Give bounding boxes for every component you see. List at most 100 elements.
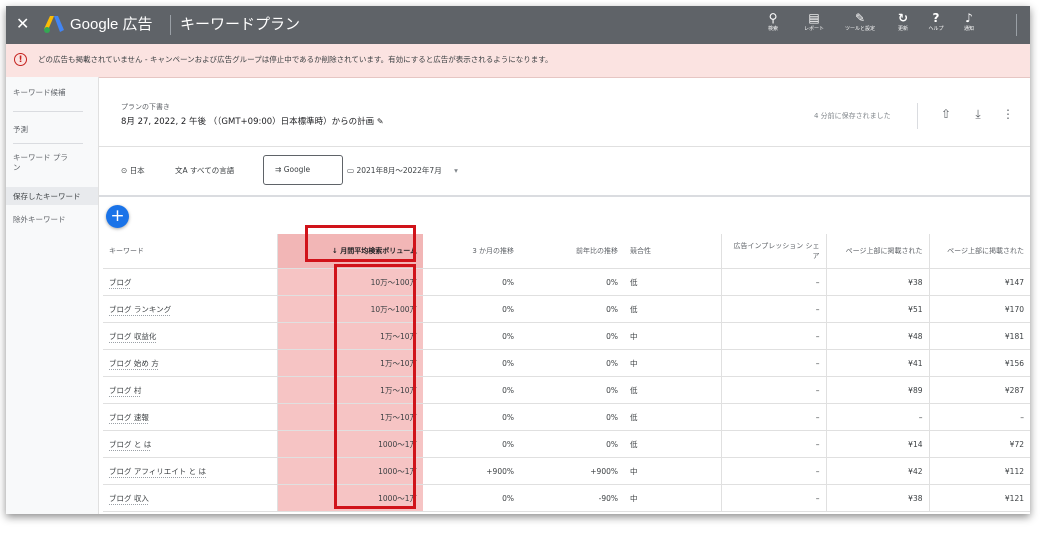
add-keyword-button[interactable]: + <box>106 205 129 228</box>
sidebar-divider <box>13 143 83 144</box>
impression-share-cell: – <box>720 403 826 431</box>
network-filter[interactable]: ⇉ Google <box>263 155 343 185</box>
trend3m-cell: 0% <box>423 268 520 296</box>
keyword-cell[interactable]: ブログ 収益化 <box>103 322 278 350</box>
col-header-bid-low[interactable]: ページ上部に掲載された <box>825 234 929 269</box>
impression-share-cell: – <box>720 322 826 350</box>
competition-cell: 中 <box>624 322 721 350</box>
keyword-cell[interactable]: ブログ ランキング <box>103 295 278 323</box>
keyword-text: ブログ 始め 方 <box>109 358 159 368</box>
keyword-cell[interactable]: ブログ 村 <box>103 376 278 404</box>
keyword-cell[interactable]: ブログ 始め 方 <box>103 349 278 377</box>
table-row[interactable]: ブログ 10万～100万 0% 0% 低 – ¥38 ¥147 <box>103 268 1030 296</box>
keyword-cell[interactable]: ブログ 収入 <box>103 484 278 512</box>
table-row[interactable]: ブログ 速報 1万～10万 0% 0% 低 – – – <box>103 403 1030 431</box>
volume-cell: 1000～1万 <box>277 457 423 485</box>
edit-pencil-icon[interactable]: ✎ <box>377 117 384 126</box>
chevron-down-icon: ▾ <box>454 166 458 175</box>
trend3m-cell: 0% <box>423 403 520 431</box>
sidebar-item-keyword-plan[interactable]: キーワード プラン <box>13 153 68 173</box>
volume-cell: 1万～10万 <box>277 403 423 431</box>
location-filter[interactable]: ⊙ 日本 <box>121 165 145 176</box>
impression-share-cell: – <box>720 430 826 458</box>
help-button-label: ヘルプ <box>928 26 944 32</box>
more-vert-icon[interactable]: ⋮ <box>999 105 1017 123</box>
help-button[interactable]: ? ヘルプ <box>919 10 953 42</box>
yoy-cell: 0% <box>520 376 624 404</box>
yoy-cell: 0% <box>520 322 624 350</box>
keyword-cell[interactable]: ブログ と は <box>103 430 278 458</box>
keyword-table: キーワード ↓ 月間平均検索ボリューム 3 か月の推移 前年比の推移 競合性 広… <box>103 234 1030 512</box>
table-row[interactable]: ブログ 収入 1000～1万 0% -90% 中 – ¥38 ¥121 <box>103 484 1030 512</box>
yoy-cell: 0% <box>520 268 624 296</box>
trend3m-cell: 0% <box>423 376 520 404</box>
date-range-filter[interactable]: ▭ 2021年8月～2022年7月 ▾ <box>347 165 458 176</box>
notifications-button-label: 通知 <box>963 26 974 32</box>
yoy-cell: 0% <box>520 430 624 458</box>
col-header-impression-share[interactable]: 広告インプレッション シェア <box>720 234 826 269</box>
share-icon[interactable]: ⇧ <box>937 105 955 123</box>
bid-low-cell: – <box>825 403 929 431</box>
sidebar-item-keyword-ideas[interactable]: キーワード候補 <box>13 88 66 97</box>
impression-share-cell: – <box>720 457 826 485</box>
volume-cell: 10万～100万 <box>277 268 423 296</box>
sidebar-item-negative-keywords[interactable]: 除外キーワード <box>13 215 66 224</box>
col-header-volume[interactable]: ↓ 月間平均検索ボリューム <box>277 234 423 269</box>
keyword-cell[interactable]: ブログ 速報 <box>103 403 278 431</box>
wrench-icon: ✎ <box>854 11 866 25</box>
col-header-yoy[interactable]: 前年比の推移 <box>520 234 624 269</box>
yoy-cell: 0% <box>520 295 624 323</box>
keyword-text: ブログ 収益化 <box>109 331 157 341</box>
bid-high-cell: – <box>928 403 1030 431</box>
col-header-keyword[interactable]: キーワード <box>103 234 278 269</box>
impression-share-cell: – <box>720 349 826 377</box>
notifications-button[interactable]: ♪ 通知 <box>952 10 986 42</box>
yoy-cell: 0% <box>520 349 624 377</box>
language-filter[interactable]: 文A すべての言語 <box>175 165 234 176</box>
sidebar-item-forecast[interactable]: 予測 <box>13 125 28 134</box>
keyword-cell[interactable]: ブログ <box>103 268 278 296</box>
translate-icon: 文A <box>175 166 188 175</box>
col-header-bid-high[interactable]: ページ上部に掲載された <box>928 234 1030 269</box>
brand-title[interactable]: Google 広告 <box>70 15 153 35</box>
close-icon[interactable]: ✕ <box>16 14 29 34</box>
table-row[interactable]: ブログ ランキング 10万～100万 0% 0% 低 – ¥51 ¥170 <box>103 295 1030 323</box>
volume-cell: 1万～10万 <box>277 322 423 350</box>
col-header-3m-trend[interactable]: 3 か月の推移 <box>423 234 520 269</box>
table-row[interactable]: ブログ と は 1000～1万 0% 0% 低 – ¥14 ¥72 <box>103 430 1030 458</box>
keyword-text: ブログ アフィリエイト と は <box>109 466 207 476</box>
bid-low-cell: ¥41 <box>825 349 929 377</box>
table-row[interactable]: ブログ 始め 方 1万～10万 0% 0% 中 – ¥41 ¥156 <box>103 349 1030 377</box>
search-button-label: 検索 <box>767 26 778 32</box>
bid-high-cell: ¥181 <box>928 322 1030 350</box>
yoy-cell: -90% <box>520 484 624 512</box>
volume-cell: 1000～1万 <box>277 484 423 512</box>
saved-status-text: 4 分前に保存されました <box>814 112 891 120</box>
date-range-label: 2021年8月～2022年7月 <box>356 166 442 175</box>
col-header-competition[interactable]: 競合性 <box>624 234 721 269</box>
bell-icon: ♪ <box>965 11 973 25</box>
refresh-button[interactable]: ↻ 更新 <box>886 10 920 42</box>
competition-cell: 中 <box>624 349 721 377</box>
bid-low-cell: ¥48 <box>825 322 929 350</box>
yoy-cell: +900% <box>520 457 624 485</box>
tools-settings-button[interactable]: ✎ ツールと設定 <box>843 10 877 42</box>
volume-cell: 1万～10万 <box>277 376 423 404</box>
table-row[interactable]: ブログ 収益化 1万～10万 0% 0% 中 – ¥48 ¥181 <box>103 322 1030 350</box>
download-icon[interactable]: ⤓ <box>969 105 987 123</box>
volume-cell: 1万～10万 <box>277 349 423 377</box>
bid-low-cell: ¥51 <box>825 295 929 323</box>
trend3m-cell: +900% <box>423 457 520 485</box>
sidebar-item-saved-keywords[interactable]: 保存したキーワード <box>13 192 81 201</box>
search-button[interactable]: ⚲ 検索 <box>756 10 790 42</box>
reports-button[interactable]: ▤ レポート <box>797 10 831 42</box>
keyword-cell[interactable]: ブログ アフィリエイト と は <box>103 457 278 485</box>
competition-cell: 低 <box>624 403 721 431</box>
table-row[interactable]: ブログ アフィリエイト と は 1000～1万 +900% +900% 中 – … <box>103 457 1030 485</box>
plus-icon: + <box>110 206 125 226</box>
table-row[interactable]: ブログ 村 1万～10万 0% 0% 低 – ¥89 ¥287 <box>103 376 1030 404</box>
sidebar: キーワード候補 予測 キーワード プラン 保存したキーワード 除外キーワード <box>6 77 99 514</box>
trend3m-cell: 0% <box>423 430 520 458</box>
impression-share-cell: – <box>720 268 826 296</box>
competition-cell: 中 <box>624 457 721 485</box>
